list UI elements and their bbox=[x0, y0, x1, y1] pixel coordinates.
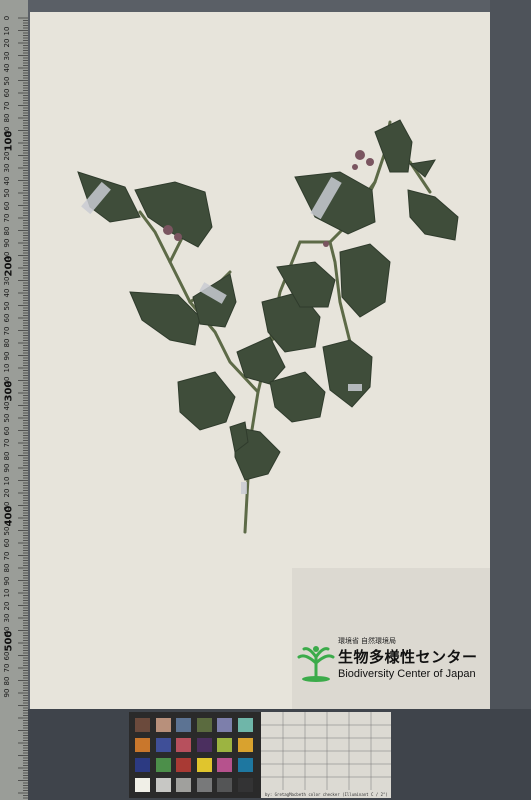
org-name-japanese: 生物多様性センター bbox=[338, 649, 478, 666]
color-swatch bbox=[217, 718, 232, 732]
ruler-label: 10 bbox=[3, 588, 11, 598]
color-swatch bbox=[135, 718, 150, 732]
ruler-label: 80 bbox=[3, 563, 11, 573]
ruler-label: 60 bbox=[3, 538, 11, 548]
ruler-label: 70 bbox=[3, 101, 11, 110]
ruler-label: 50 bbox=[3, 76, 11, 85]
institution-label: 環境省 自然環境局 生物多様性センター Biodiversity Center … bbox=[292, 568, 490, 709]
ruler-major-label: 300 bbox=[3, 380, 15, 402]
ruler-label: 40 bbox=[3, 288, 11, 298]
flower-cluster bbox=[163, 225, 173, 235]
color-swatch bbox=[135, 738, 150, 752]
ruler-label: 80 bbox=[3, 451, 11, 460]
ruler-label: 50 bbox=[3, 188, 11, 198]
leaf bbox=[177, 371, 236, 431]
leaf bbox=[339, 243, 391, 318]
color-swatch bbox=[217, 778, 232, 792]
ruler-label: 90 bbox=[3, 576, 11, 585]
scale-ruler: 0 10 20 30 40 50 60 70 80 90 20 30 40 50 60 70 80 90 10 30 4… bbox=[0, 0, 28, 800]
ruler-label: 10 bbox=[3, 363, 11, 373]
color-checker bbox=[129, 712, 261, 798]
ruler-label: 40 bbox=[3, 63, 11, 73]
ruler-label: 80 bbox=[3, 338, 11, 348]
ruler-label: 10 bbox=[3, 26, 11, 35]
leaf bbox=[77, 171, 141, 223]
ruler-label: 0 bbox=[3, 15, 11, 21]
ruler-major-label: 400 bbox=[3, 505, 15, 527]
ruler-label: 70 bbox=[3, 213, 11, 223]
ruler-label: 90 bbox=[3, 238, 11, 248]
color-swatch bbox=[176, 738, 191, 752]
ruler-label: 60 bbox=[3, 426, 11, 435]
ruler-label: 70 bbox=[3, 663, 11, 673]
color-table-grid bbox=[261, 712, 391, 790]
ruler-label: 30 bbox=[3, 613, 11, 623]
flower-cluster bbox=[355, 150, 365, 160]
color-swatch bbox=[237, 738, 253, 752]
flower-cluster bbox=[323, 241, 329, 247]
ruler-label: 90 bbox=[3, 463, 11, 473]
ruler-label: 20 bbox=[3, 601, 11, 610]
leaf bbox=[192, 273, 237, 328]
ruler-label: 10 bbox=[3, 476, 11, 485]
ruler-major-label: 200 bbox=[3, 255, 15, 277]
ruler-label: 60 bbox=[3, 201, 11, 210]
ruler-label: 20 bbox=[3, 488, 11, 498]
ruler-label: 40 bbox=[3, 176, 11, 185]
color-swatch bbox=[176, 778, 191, 792]
color-swatch bbox=[155, 758, 171, 772]
ruler-label: 50 bbox=[3, 301, 11, 310]
ruler-label: 30 bbox=[3, 51, 11, 60]
mounting-tape bbox=[348, 384, 362, 391]
ruler-label: 70 bbox=[3, 438, 11, 448]
flower-cluster bbox=[352, 164, 358, 170]
leaf bbox=[269, 371, 326, 423]
color-swatch bbox=[237, 758, 253, 772]
flower-cluster bbox=[366, 158, 374, 166]
org-name-english: Biodiversity Center of Japan bbox=[338, 668, 476, 680]
color-swatch bbox=[196, 738, 212, 752]
ruler-label: 50 bbox=[3, 413, 11, 423]
leaf bbox=[407, 189, 459, 241]
color-swatch bbox=[196, 778, 212, 792]
ruler-label: 80 bbox=[3, 226, 11, 235]
flower-cluster bbox=[174, 233, 182, 241]
color-swatch bbox=[135, 778, 150, 792]
ruler-major-label: 500 bbox=[3, 630, 15, 652]
color-swatch bbox=[196, 718, 212, 732]
ruler-label: 80 bbox=[3, 113, 11, 123]
leaf bbox=[322, 339, 373, 408]
ruler-label: 70 bbox=[3, 551, 11, 560]
mounting-tape bbox=[241, 482, 247, 494]
ruler-label: 90 bbox=[3, 688, 11, 698]
ruler-label: 30 bbox=[3, 163, 11, 173]
color-swatch bbox=[217, 738, 232, 752]
color-swatch bbox=[155, 778, 171, 792]
background-strip bbox=[490, 0, 531, 800]
color-swatch bbox=[176, 718, 191, 732]
color-swatch bbox=[217, 758, 232, 772]
ruler-label: 80 bbox=[3, 676, 11, 685]
ruler-label: 90 bbox=[3, 351, 11, 360]
color-reference-table: by: GretagMacbeth color checker (Illumin… bbox=[261, 712, 391, 798]
color-swatch bbox=[155, 718, 171, 732]
biodiversity-center-logo bbox=[297, 646, 335, 682]
color-swatch bbox=[237, 718, 253, 732]
color-swatch bbox=[176, 758, 191, 772]
color-swatch bbox=[237, 778, 253, 792]
color-swatch bbox=[135, 758, 150, 772]
color-checker-caption: by: GretagMacbeth color checker (Illumin… bbox=[265, 792, 388, 797]
org-name-small: 環境省 自然環境局 bbox=[338, 638, 396, 645]
ruler-major-label: 100 bbox=[3, 130, 15, 152]
color-swatch bbox=[196, 758, 212, 772]
color-swatch bbox=[155, 738, 171, 752]
ruler-label: 60 bbox=[3, 88, 11, 98]
leaf bbox=[134, 181, 213, 248]
ruler-label: 70 bbox=[3, 326, 11, 335]
ruler-label: 60 bbox=[3, 313, 11, 323]
ruler-label: 20 bbox=[3, 38, 11, 48]
